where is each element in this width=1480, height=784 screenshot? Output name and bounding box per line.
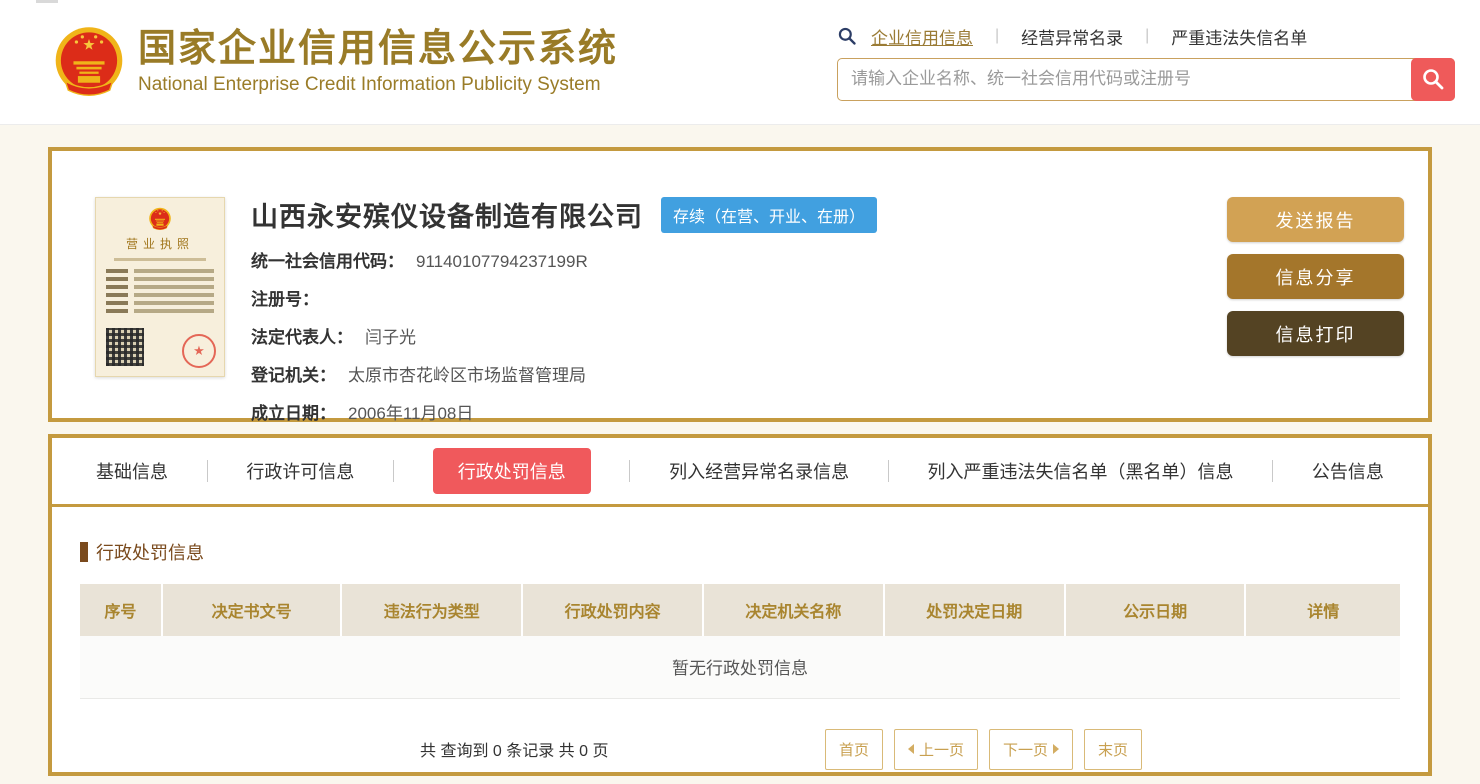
- search-icon: [1421, 67, 1445, 91]
- col-violation-type: 违法行为类型: [341, 584, 522, 636]
- col-details: 详情: [1245, 584, 1400, 636]
- tab-admin-license[interactable]: 行政许可信息: [246, 458, 354, 484]
- right-arrow-icon: [1053, 744, 1059, 754]
- pager: 首页 上一页 下一页 末页: [825, 729, 1142, 770]
- penalty-panel: 行政处罚信息 序号 决定书文号 违法行为类型 行政处罚内容 决定机关名称 处罚决…: [52, 507, 1428, 770]
- col-penalty-content: 行政处罚内容: [522, 584, 703, 636]
- site-brand: 国家企业信用信息公示系统 National Enterprise Credit …: [52, 23, 618, 101]
- col-decision-authority: 决定机关名称: [703, 584, 884, 636]
- section-title-marker: [80, 542, 88, 562]
- print-info-button[interactable]: 信息打印: [1227, 311, 1404, 356]
- company-info: 山西永安殡仪设备制造有限公司 存续（在营、开业、在册） 统一社会信用代码： 91…: [225, 151, 1227, 418]
- last-page-button[interactable]: 末页: [1084, 729, 1142, 770]
- license-red-seal: ★: [182, 334, 216, 368]
- tab-abnormal-operations[interactable]: 列入经营异常名录信息: [669, 458, 849, 484]
- empty-state-row: 暂无行政处罚信息: [80, 636, 1400, 698]
- prev-page-button[interactable]: 上一页: [894, 729, 978, 770]
- nav-separator: |: [1145, 27, 1149, 45]
- field-legal-representative: 法定代表人： 闫子光: [251, 323, 1227, 348]
- tab-separator: [1272, 460, 1273, 482]
- detail-tabs-card: 基础信息 行政许可信息 行政处罚信息 列入经营异常名录信息 列入严重违法失信名单…: [48, 434, 1432, 776]
- next-page-button[interactable]: 下一页: [989, 729, 1073, 770]
- search-button[interactable]: [1411, 58, 1455, 101]
- site-header: 国家企业信用信息公示系统 National Enterprise Credit …: [0, 0, 1480, 125]
- business-license-thumbnail[interactable]: 营业执照 ★: [95, 197, 225, 377]
- tab-bar: 基础信息 行政许可信息 行政处罚信息 列入经营异常名录信息 列入严重违法失信名单…: [52, 438, 1428, 507]
- pagination-row: 共 查询到 0 条记录 共 0 页 首页 上一页 下一页 末页: [80, 729, 1400, 770]
- col-publicity-date: 公示日期: [1065, 584, 1246, 636]
- field-registration-number: 注册号：: [251, 285, 1227, 310]
- company-summary-card: 营业执照 ★ 山西永安殡仪设备制造有限公司 存续（在营、开业、在册） 统一社会信…: [48, 147, 1432, 422]
- national-emblem-icon: [148, 206, 172, 232]
- national-emblem-icon: [52, 23, 126, 101]
- search-input[interactable]: [837, 58, 1455, 101]
- tab-serious-illegal-blacklist[interactable]: 列入严重违法失信名单（黑名单）信息: [928, 458, 1234, 484]
- field-establishment-date: 成立日期： 2006年11月08日: [251, 399, 1227, 424]
- license-title: 营业执照: [106, 235, 214, 252]
- tab-separator: [207, 460, 208, 482]
- site-subtitle: National Enterprise Credit Information P…: [138, 74, 618, 96]
- search-icon: [837, 26, 857, 46]
- tab-basic-info[interactable]: 基础信息: [96, 458, 168, 484]
- table-header-row: 序号 决定书文号 违法行为类型 行政处罚内容 决定机关名称 处罚决定日期 公示日…: [80, 584, 1400, 636]
- tab-separator: [629, 460, 630, 482]
- top-nav: 企业信用信息 | 经营异常名录 | 严重违法失信名单: [837, 24, 1455, 49]
- nav-item-illegal-list[interactable]: 严重违法失信名单: [1171, 24, 1307, 49]
- first-page-button[interactable]: 首页: [825, 729, 883, 770]
- company-name: 山西永安殡仪设备制造有限公司: [251, 195, 643, 234]
- col-decision-doc-number: 决定书文号: [162, 584, 342, 636]
- screenshot-artifact: [36, 0, 58, 3]
- tab-admin-penalty[interactable]: 行政处罚信息: [433, 448, 591, 494]
- left-arrow-icon: [908, 744, 914, 754]
- send-report-button[interactable]: 发送报告: [1227, 197, 1404, 242]
- field-credit-code: 统一社会信用代码： 91140107794237199R: [251, 247, 1227, 272]
- share-info-button[interactable]: 信息分享: [1227, 254, 1404, 299]
- header-search-area: 企业信用信息 | 经营异常名录 | 严重违法失信名单: [837, 24, 1455, 101]
- section-title: 行政处罚信息: [80, 539, 1400, 565]
- col-seq: 序号: [80, 584, 162, 636]
- field-registration-authority: 登记机关： 太原市杏花岭区市场监督管理局: [251, 361, 1227, 386]
- record-count-summary: 共 查询到 0 条记录 共 0 页: [420, 737, 608, 761]
- tab-separator: [888, 460, 889, 482]
- company-action-buttons: 发送报告 信息分享 信息打印: [1227, 197, 1404, 418]
- col-penalty-decision-date: 处罚决定日期: [884, 584, 1065, 636]
- penalty-table: 序号 决定书文号 违法行为类型 行政处罚内容 决定机关名称 处罚决定日期 公示日…: [80, 584, 1400, 699]
- license-qr-code: [106, 328, 144, 366]
- nav-item-abnormal-list[interactable]: 经营异常名录: [1021, 24, 1123, 49]
- empty-state-text: 暂无行政处罚信息: [80, 636, 1400, 698]
- tab-separator: [393, 460, 394, 482]
- company-status-badge: 存续（在营、开业、在册）: [661, 197, 877, 233]
- nav-separator: |: [995, 27, 999, 45]
- nav-item-credit-info[interactable]: 企业信用信息: [871, 24, 973, 49]
- site-title: 国家企业信用信息公示系统: [138, 28, 618, 72]
- tab-announcements[interactable]: 公告信息: [1312, 458, 1384, 484]
